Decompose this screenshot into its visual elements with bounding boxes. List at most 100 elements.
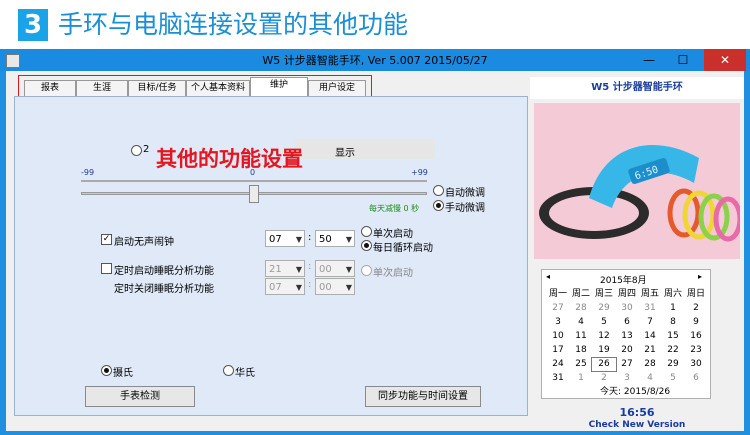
- maximize-button[interactable]: ☐: [668, 49, 698, 71]
- calendar-day[interactable]: 13: [615, 330, 639, 343]
- sleep-stop-label: 定时关闭睡眠分析功能: [114, 284, 214, 295]
- fine-tune-slider[interactable]: [81, 185, 427, 203]
- banner: 3 手环与电脑连接设置的其他功能: [0, 0, 750, 50]
- calendar-day[interactable]: 27: [615, 358, 639, 371]
- calendar: ◂ 2015年8月 ▸ 周一 周二 周三 周四 周五 周六 周日 27 28 29 30 31 1 2 3 4…: [541, 269, 711, 399]
- sleep-stop-minute-select[interactable]: 00 ▼: [315, 278, 355, 295]
- calendar-day[interactable]: 4: [569, 316, 593, 329]
- calendar-day[interactable]: 29: [661, 358, 685, 371]
- calendar-day[interactable]: 16: [684, 330, 708, 343]
- calendar-month-label[interactable]: 2015年8月: [600, 273, 647, 286]
- calendar-day[interactable]: 31: [638, 302, 662, 315]
- calendar-day[interactable]: 27: [546, 302, 570, 315]
- calendar-day[interactable]: 1: [569, 372, 593, 385]
- calendar-day[interactable]: 10: [546, 330, 570, 343]
- calendar-day[interactable]: 17: [546, 344, 570, 357]
- calendar-day[interactable]: 24: [546, 358, 570, 371]
- settings-pane: 报表 生涯 目标/任务 个人基本资料 维护 用户设定 2 显示 -99 0 +9…: [6, 71, 530, 431]
- title-bar[interactable]: W5 计步器智能手环, Ver 5.007 2015/05/27 — ☐ ✕: [0, 49, 750, 71]
- calendar-day[interactable]: 30: [684, 358, 708, 371]
- calendar-day[interactable]: 26: [591, 357, 617, 372]
- calendar-day[interactable]: 5: [592, 316, 616, 329]
- calendar-day[interactable]: 2: [684, 302, 708, 315]
- calendar-day[interactable]: 19: [592, 344, 616, 357]
- product-image: 6:50: [534, 103, 740, 259]
- calendar-next-button[interactable]: ▸: [698, 272, 702, 281]
- product-pane: W5 计步器智能手环 6:50 ◂ 2015年8月 ▸ 周一 周二 周三 周四 …: [530, 71, 744, 431]
- calendar-day[interactable]: 3: [546, 316, 570, 329]
- sleep-timer-checkbox[interactable]: [101, 263, 112, 274]
- calendar-day[interactable]: 22: [661, 344, 685, 357]
- annotation-overlay: 其他的功能设置: [156, 147, 303, 171]
- calendar-weekday: 周四: [617, 289, 636, 299]
- celsius-label: 摄氏: [113, 368, 133, 379]
- calendar-day[interactable]: 11: [569, 330, 593, 343]
- calendar-day[interactable]: 18: [569, 344, 593, 357]
- calendar-day[interactable]: 20: [615, 344, 639, 357]
- fahrenheit-radio[interactable]: [223, 365, 234, 376]
- alarm-minute-select[interactable]: 50 ▼: [315, 230, 355, 247]
- chevron-down-icon: ▼: [295, 265, 302, 274]
- calendar-day[interactable]: 12: [592, 330, 616, 343]
- calendar-weekday: 周一: [548, 289, 567, 299]
- time-separator: :: [308, 232, 312, 243]
- calendar-day[interactable]: 15: [661, 330, 685, 343]
- time-separator: :: [308, 279, 312, 290]
- calendar-day[interactable]: 28: [569, 302, 593, 315]
- display-radio[interactable]: [131, 145, 142, 156]
- fahrenheit-label: 华氏: [235, 368, 255, 379]
- auto-adjust-label: 自动微调: [445, 188, 485, 199]
- auto-adjust-radio[interactable]: [433, 185, 444, 196]
- silent-alarm-label: 启动无声闹钟: [114, 237, 174, 248]
- banner-title: 手环与电脑连接设置的其他功能: [58, 10, 409, 39]
- calendar-day[interactable]: 25: [569, 358, 593, 371]
- calendar-day[interactable]: 9: [684, 316, 708, 329]
- manual-adjust-radio[interactable]: [433, 200, 444, 211]
- sleep-start-hour-select[interactable]: 21 ▼: [265, 260, 305, 277]
- check-version-link[interactable]: Check New Version: [530, 420, 744, 431]
- sleep-start-minute-select[interactable]: 00 ▼: [315, 260, 355, 277]
- client-area: 报表 生涯 目标/任务 个人基本资料 维护 用户设定 2 显示 -99 0 +9…: [6, 71, 744, 431]
- calendar-day[interactable]: 23: [684, 344, 708, 357]
- display-label-suffix: 显示: [335, 148, 355, 159]
- sleep-once-radio[interactable]: [361, 265, 372, 276]
- close-button[interactable]: ✕: [704, 49, 746, 71]
- alarm-minute-value: 50: [319, 234, 332, 245]
- calendar-day[interactable]: 21: [638, 344, 662, 357]
- manual-adjust-label: 手动微调: [445, 203, 485, 214]
- chevron-down-icon: ▼: [295, 235, 302, 244]
- calendar-day[interactable]: 29: [592, 302, 616, 315]
- calendar-day[interactable]: 31: [546, 372, 570, 385]
- alarm-hour-select[interactable]: 07 ▼: [265, 230, 305, 247]
- calendar-day[interactable]: 6: [615, 316, 639, 329]
- calendar-prev-button[interactable]: ◂: [546, 272, 550, 281]
- calendar-weekday: 周六: [663, 289, 682, 299]
- calendar-weekday: 周日: [686, 289, 705, 299]
- chevron-down-icon: ▼: [295, 283, 302, 292]
- calendar-day[interactable]: 14: [638, 330, 662, 343]
- silent-alarm-checkbox[interactable]: ✓: [101, 234, 112, 245]
- calendar-day[interactable]: 7: [638, 316, 662, 329]
- alarm-once-radio[interactable]: [361, 226, 372, 237]
- celsius-radio[interactable]: [101, 365, 112, 376]
- calendar-day[interactable]: 6: [684, 372, 708, 385]
- alarm-daily-radio[interactable]: [361, 240, 372, 251]
- slider-thumb[interactable]: [249, 185, 259, 203]
- alarm-hour-value: 07: [269, 234, 282, 245]
- time-separator: :: [308, 261, 312, 272]
- wristband-image: 6:50: [534, 103, 740, 259]
- calendar-day[interactable]: 1: [661, 302, 685, 315]
- calendar-day[interactable]: 8: [661, 316, 685, 329]
- calendar-day[interactable]: 30: [615, 302, 639, 315]
- sleep-start-label: 定时启动睡眠分析功能: [114, 266, 214, 277]
- sleep-start-minute-value: 00: [319, 264, 332, 275]
- product-title: W5 计步器智能手环: [530, 77, 744, 99]
- calendar-day[interactable]: 28: [638, 358, 662, 371]
- sleep-stop-hour-value: 07: [269, 282, 282, 293]
- calendar-weekday: 周五: [640, 289, 659, 299]
- calendar-today-label[interactable]: 今天: 2015/8/26: [600, 384, 670, 397]
- sync-settings-button[interactable]: 同步功能与时间设置: [365, 386, 481, 407]
- minimize-button[interactable]: —: [634, 49, 664, 71]
- sleep-stop-hour-select[interactable]: 07 ▼: [265, 278, 305, 295]
- watch-detect-button[interactable]: 手表检测: [85, 386, 195, 407]
